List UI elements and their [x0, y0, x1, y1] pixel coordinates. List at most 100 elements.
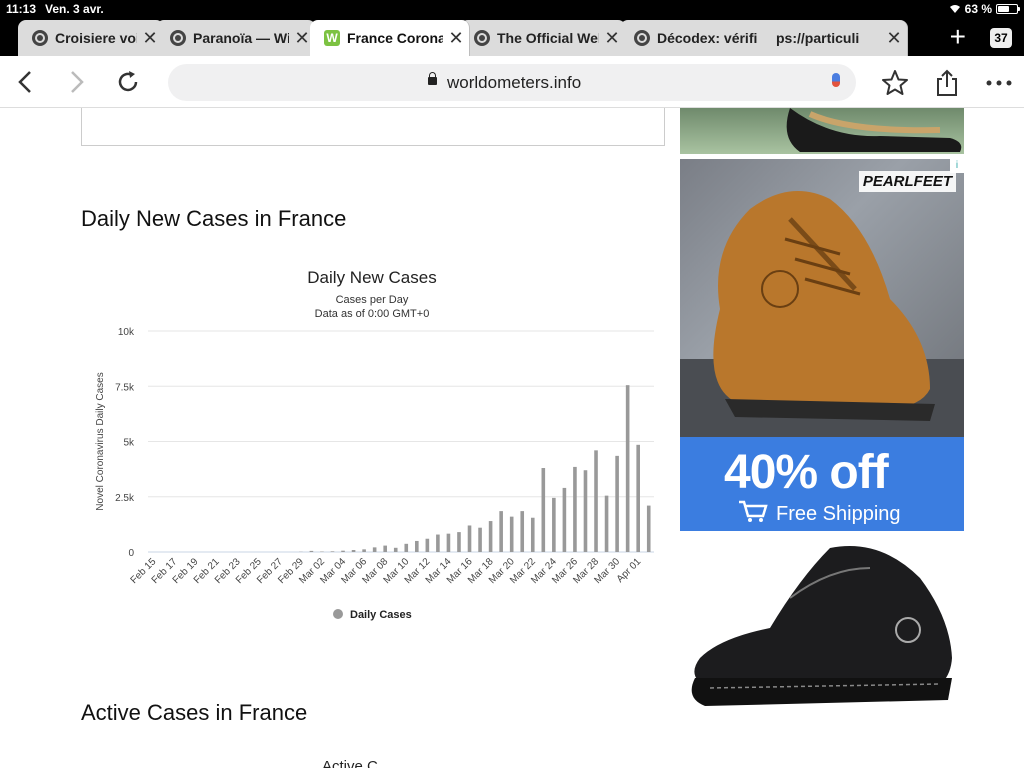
- chevron-left-icon: [18, 71, 31, 93]
- ad-shoe-bottom[interactable]: [680, 538, 964, 718]
- tab-label: France Coronav: [347, 30, 443, 46]
- toolbar: worldometers.info: [0, 56, 1024, 108]
- bar-mar-01: [309, 550, 314, 552]
- shoe-photo: PEARLFEET i: [680, 159, 964, 437]
- tab-2[interactable]: Paranoïa — Wiki✕: [156, 20, 316, 56]
- legend-label: Daily Cases: [350, 609, 412, 621]
- bar-mar-13: [436, 534, 440, 552]
- battery-icon: [996, 4, 1020, 14]
- bar-mar-11: [415, 540, 419, 552]
- tab-label: The Official Wel: [497, 30, 599, 46]
- more-dots-icon: [986, 80, 1012, 86]
- legend-marker: [333, 609, 343, 619]
- bar-mar-26: [573, 466, 577, 552]
- battery-percent: 63 %: [964, 2, 992, 16]
- close-tab-icon[interactable]: ✕: [443, 28, 469, 49]
- tab-strip: Croisiere voilier✕Paranoïa — Wiki✕WFranc…: [18, 20, 918, 56]
- status-date: Ven. 3 avr.: [45, 2, 104, 16]
- bar-mar-03: [330, 551, 335, 552]
- bar-mar-09: [393, 547, 398, 552]
- new-tab-button[interactable]: +: [950, 22, 966, 52]
- globe-icon: [170, 30, 186, 46]
- url-text: worldometers.info: [447, 73, 582, 92]
- close-tab-icon[interactable]: ✕: [881, 28, 907, 49]
- bar-mar-29: [604, 495, 609, 552]
- browser-chrome: 11:13 Ven. 3 avr. 63 % Croisiere voilier…: [0, 0, 1024, 56]
- share-icon: [937, 69, 957, 96]
- share-button[interactable]: [932, 68, 962, 98]
- worldometer-icon: W: [324, 30, 340, 46]
- address-bar[interactable]: worldometers.info: [168, 64, 856, 101]
- chevron-right-icon: [71, 71, 84, 93]
- bar-mar-20: [509, 516, 514, 552]
- bar-mar-28: [594, 450, 598, 552]
- tab-4[interactable]: The Official Wel ✕: [460, 20, 626, 56]
- bar-mar-17: [478, 527, 482, 552]
- reload-button[interactable]: [112, 66, 144, 98]
- bar-mar-05: [351, 550, 356, 552]
- forward-button[interactable]: [60, 66, 92, 98]
- bar-mar-10: [404, 543, 409, 552]
- bar-mar-22: [530, 517, 535, 552]
- microphone-icon[interactable]: [832, 73, 840, 87]
- bar-mar-07: [372, 547, 377, 552]
- section-heading-daily: Daily New Cases in France: [81, 206, 347, 231]
- bar-mar-31: [625, 385, 630, 552]
- bar-mar-06: [362, 549, 366, 552]
- adchoices-icon[interactable]: i: [950, 159, 964, 173]
- status-bar: 11:13 Ven. 3 avr. 63 %: [0, 0, 1024, 18]
- bookmark-star-button[interactable]: [880, 68, 910, 98]
- globe-icon: [474, 30, 490, 46]
- tab-1[interactable]: Croisiere voilier✕: [18, 20, 164, 56]
- bar-mar-23: [541, 468, 546, 552]
- globe-icon: [634, 30, 650, 46]
- bar-mar-04: [341, 550, 345, 552]
- tab-3[interactable]: W France Coronav ✕: [310, 20, 470, 56]
- bar-mar-12: [425, 538, 430, 552]
- web-page: Daily New Cases in France Daily New Case…: [0, 108, 1024, 768]
- daily-cases-chart: Daily New Cases Cases per Day Data as of 0…: [86, 263, 666, 643]
- tab-5[interactable]: Décodex: vérific✕: [620, 20, 784, 56]
- shoe-image: [786, 108, 962, 152]
- y-tick-label: 5k: [123, 438, 135, 449]
- bar-apr-02: [646, 505, 651, 552]
- bar-mar-18: [488, 521, 493, 552]
- more-menu-button[interactable]: [984, 68, 1014, 98]
- bar-mar-21: [520, 511, 525, 552]
- y-tick-label: 2.5k: [115, 493, 135, 504]
- lock-icon: [428, 72, 437, 85]
- wifi-icon: [949, 5, 960, 13]
- bar-mar-25: [562, 487, 567, 552]
- black-boot-image: [691, 546, 952, 706]
- bar-mar-14: [446, 533, 451, 552]
- previous-chart-frame: [81, 108, 665, 146]
- cart-icon: [739, 500, 768, 522]
- y-tick-label: 10k: [118, 327, 135, 338]
- back-button[interactable]: [10, 66, 42, 98]
- shipping-text: Free Shipping: [776, 503, 901, 525]
- chart-title: Daily New Cases: [307, 268, 436, 287]
- tab-label: Croisiere voilier: [55, 30, 137, 46]
- promo-banner: 40% off Free Shipping: [680, 437, 964, 531]
- y-tick-label: 0: [128, 548, 134, 559]
- bar-mar-16: [467, 525, 472, 552]
- tab-6[interactable]: ps://particuli ✕: [762, 20, 908, 56]
- tab-label: Paranoïa — Wiki: [193, 30, 289, 46]
- bar-mar-27: [583, 470, 588, 552]
- tab-count-button[interactable]: 37: [990, 28, 1012, 48]
- bar-mar-15: [457, 532, 461, 552]
- y-axis-label: Novel Coronavirus Daily Cases: [95, 372, 106, 510]
- ad-shoe-top[interactable]: [680, 108, 964, 154]
- ad-banner[interactable]: PEARLFEET i 40% off Free Shipping: [680, 159, 964, 531]
- reload-icon: [118, 71, 138, 92]
- star-icon: [882, 70, 908, 95]
- tab-label: Décodex: vérific: [657, 30, 757, 46]
- y-tick-label: 7.5k: [115, 382, 135, 393]
- status-right: 63 %: [949, 2, 1020, 16]
- tab-label: ps://particuli: [776, 30, 860, 46]
- bar-mar-24: [552, 497, 556, 552]
- status-time: 11:13: [6, 2, 37, 16]
- bar-mar-30: [615, 455, 619, 552]
- bar-mar-08: [383, 545, 387, 552]
- globe-icon: [32, 30, 48, 46]
